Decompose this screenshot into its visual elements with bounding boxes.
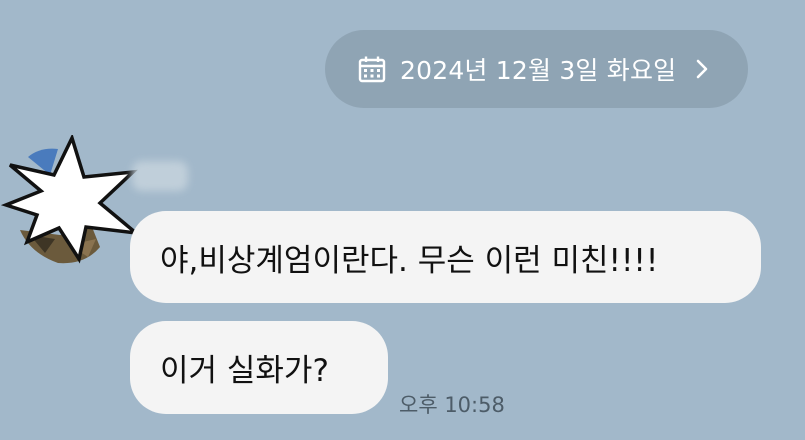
message-bubble[interactable]: 이거 실화가? xyxy=(130,321,388,414)
privacy-starburst xyxy=(0,133,142,264)
chevron-right-icon xyxy=(694,57,710,81)
calendar-icon xyxy=(358,55,386,83)
chat-screen: 2024년 12월 3일 화요일 야,비상계엄이란다. 무슨 이런 미친!!!!… xyxy=(0,0,805,440)
sender-avatar[interactable] xyxy=(0,133,142,270)
message-text: 이거 실화가? xyxy=(160,353,329,389)
date-label: 2024년 12월 3일 화요일 xyxy=(400,56,677,85)
sender-name-blurred xyxy=(132,161,188,191)
message-timestamp: 오후 10:58 xyxy=(399,393,505,417)
message-bubble[interactable]: 야,비상계엄이란다. 무슨 이런 미친!!!! xyxy=(130,211,761,303)
date-divider-button[interactable]: 2024년 12월 3일 화요일 xyxy=(325,30,748,108)
message-text: 야,비상계엄이란다. 무슨 이런 미친!!!! xyxy=(160,242,659,279)
